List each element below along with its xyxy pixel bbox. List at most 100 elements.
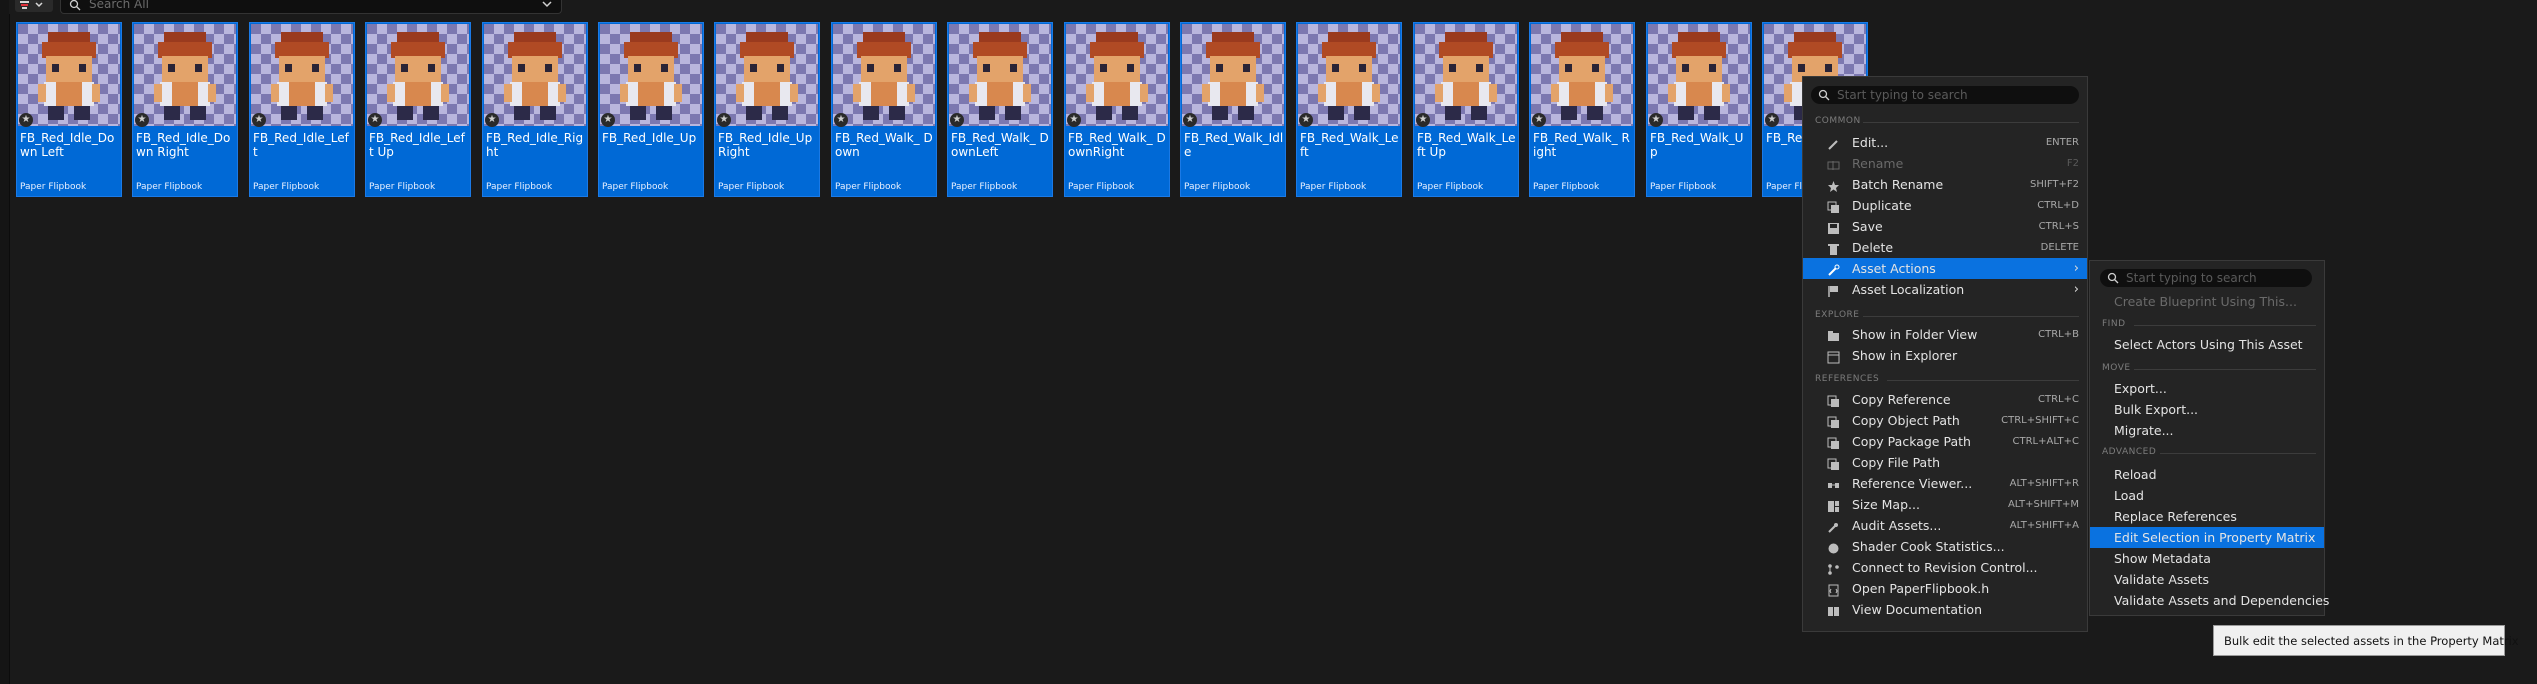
asset-thumbnail bbox=[1182, 24, 1284, 126]
favorite-star-icon[interactable]: ★ bbox=[1299, 113, 1313, 127]
favorite-star-icon[interactable]: ★ bbox=[950, 113, 964, 127]
search-placeholder: Search All bbox=[89, 0, 149, 11]
menu-item-asset-localization[interactable]: Asset Localization › bbox=[1803, 279, 2087, 300]
favorite-star-icon[interactable]: ★ bbox=[1067, 113, 1081, 127]
submenu-item-replace-references[interactable]: Replace References bbox=[2090, 506, 2324, 527]
menu-item-rename: Rename F2 bbox=[1803, 153, 2087, 174]
asset-name: FB_Red_Walk_ DownLeft bbox=[951, 131, 1049, 159]
asset-tile[interactable]: ★ FB_Red_Idle_Left Paper Flipbook bbox=[249, 22, 355, 197]
menu-item-audit-assets[interactable]: Audit Assets... ALT+SHIFT+A bbox=[1803, 515, 2087, 536]
menu-item-duplicate[interactable]: Duplicate CTRL+D bbox=[1803, 195, 2087, 216]
submenu-item-label: Bulk Export... bbox=[2114, 402, 2199, 417]
asset-tile[interactable]: ★ FB_Red_Walk_Up Paper Flipbook bbox=[1646, 22, 1752, 197]
favorite-star-icon[interactable]: ★ bbox=[1183, 113, 1197, 127]
asset-tile[interactable]: ★ FB_Red_Idle_Right Paper Flipbook bbox=[482, 22, 588, 197]
chevron-right-icon: › bbox=[2073, 282, 2079, 297]
menu-item-label: Save bbox=[1852, 219, 1883, 234]
menu-item-label: Show in Explorer bbox=[1852, 348, 1958, 363]
menu-item-edit[interactable]: Edit... ENTER bbox=[1803, 132, 2087, 153]
chevron-right-icon: › bbox=[2073, 261, 2079, 276]
menu-item-label: Reference Viewer... bbox=[1852, 476, 1973, 491]
asset-tile[interactable]: ★ FB_Red_Walk_ DownRight Paper Flipbook bbox=[1064, 22, 1170, 197]
submenu-search-input[interactable]: Start typing to search bbox=[2100, 269, 2312, 287]
menu-item-delete[interactable]: Delete DELETE bbox=[1803, 237, 2087, 258]
menu-item-shader-cook-statistics[interactable]: Shader Cook Statistics... bbox=[1803, 536, 2087, 557]
submenu-item-edit-selection-in-property-matrix[interactable]: Edit Selection in Property Matrix bbox=[2090, 527, 2324, 548]
sprite-image bbox=[853, 32, 915, 120]
menu-item-label: Show in Folder View bbox=[1852, 327, 1978, 342]
context-menu-search-input[interactable]: Start typing to search bbox=[1811, 86, 2079, 104]
asset-tile[interactable]: ★ FB_Red_Idle_Up Right Paper Flipbook bbox=[714, 22, 820, 197]
chevron-down-icon[interactable] bbox=[541, 0, 553, 10]
favorite-star-icon[interactable]: ★ bbox=[1649, 113, 1663, 127]
favorite-star-icon[interactable]: ★ bbox=[368, 113, 382, 127]
filter-button[interactable] bbox=[15, 0, 53, 12]
asset-tile[interactable]: ★ FB_Red_Walk_ Right Paper Flipbook bbox=[1529, 22, 1635, 197]
menu-item-save[interactable]: Save CTRL+S bbox=[1803, 216, 2087, 237]
submenu-item-migrate[interactable]: Migrate... bbox=[2090, 420, 2324, 441]
submenu-item-load[interactable]: Load bbox=[2090, 485, 2324, 506]
menu-item-view-documentation[interactable]: View Documentation bbox=[1803, 599, 2087, 620]
menu-item-batch-rename[interactable]: Batch Rename SHIFT+F2 bbox=[1803, 174, 2087, 195]
asset-type: Paper Flipbook bbox=[253, 182, 320, 192]
book-icon bbox=[1827, 603, 1840, 616]
asset-tile[interactable]: ★ FB_Red_Idle_Down Right Paper Flipbook bbox=[132, 22, 238, 197]
flag-icon bbox=[1827, 283, 1840, 297]
menu-item-show-in-folder-view[interactable]: Show in Folder View CTRL+B bbox=[1803, 324, 2087, 345]
menu-item-copy-package-path[interactable]: Copy Package Path CTRL+ALT+C bbox=[1803, 431, 2087, 452]
submenu-item-bulk-export[interactable]: Bulk Export... bbox=[2090, 399, 2324, 420]
submenu-item-show-metadata[interactable]: Show Metadata bbox=[2090, 548, 2324, 569]
asset-tile[interactable]: ★ FB_Red_Idle_Left Up Paper Flipbook bbox=[365, 22, 471, 197]
submenu-item-validate-assets-and-dependencies[interactable]: Validate Assets and Dependencies bbox=[2090, 590, 2329, 611]
favorite-star-icon[interactable]: ★ bbox=[717, 113, 731, 127]
filter-icon bbox=[20, 1, 43, 9]
submenu-item-reload[interactable]: Reload bbox=[2090, 464, 2324, 485]
favorite-star-icon[interactable]: ★ bbox=[485, 113, 499, 127]
asset-name: FB_Red_Walk_Up bbox=[1650, 131, 1744, 159]
menu-item-copy-file-path[interactable]: Copy File Path bbox=[1803, 452, 2087, 473]
menu-item-asset-actions[interactable]: Asset Actions › bbox=[1803, 258, 2087, 279]
favorite-star-icon[interactable]: ★ bbox=[1532, 113, 1546, 127]
favorite-star-icon[interactable]: ★ bbox=[135, 113, 149, 127]
favorite-star-icon[interactable]: ★ bbox=[601, 113, 615, 127]
asset-tile[interactable]: ★ FB_Red_Walk_ Down Paper Flipbook bbox=[831, 22, 937, 197]
asset-thumbnail bbox=[833, 24, 935, 126]
menu-item-label: Copy Reference bbox=[1852, 392, 1951, 407]
asset-tile[interactable]: ★ FB_Red_Idle_Up Paper Flipbook bbox=[598, 22, 704, 197]
menu-item-label: Shader Cook Statistics... bbox=[1852, 539, 2005, 554]
menu-item-shortcut: CTRL+C bbox=[2038, 394, 2079, 405]
asset-tile[interactable]: ★ FB_Red_Walk_Left Paper Flipbook bbox=[1296, 22, 1402, 197]
asset-tile[interactable]: ★ FB_Red_Idle_Down Left Paper Flipbook bbox=[16, 22, 122, 197]
menu-item-connect-to-revision-control[interactable]: Connect to Revision Control... bbox=[1803, 557, 2087, 578]
menu-item-show-in-explorer[interactable]: Show in Explorer bbox=[1803, 345, 2087, 366]
asset-tile[interactable]: ★ FB_Red_Walk_ DownLeft Paper Flipbook bbox=[947, 22, 1053, 197]
menu-item-size-map[interactable]: Size Map... ALT+SHIFT+M bbox=[1803, 494, 2087, 515]
submenu-item-label: Select Actors Using This Asset bbox=[2114, 337, 2303, 352]
reference-viewer-icon bbox=[1827, 477, 1840, 490]
menu-item-label: Copy File Path bbox=[1852, 455, 1941, 470]
copy-icon bbox=[1827, 435, 1840, 449]
asset-name: FB_Red_Idle_Left bbox=[253, 131, 349, 159]
sprite-image bbox=[736, 32, 798, 120]
sprite-image bbox=[1202, 32, 1264, 120]
favorite-star-icon[interactable]: ★ bbox=[252, 113, 266, 127]
menu-item-label: Connect to Revision Control... bbox=[1852, 560, 2038, 575]
asset-tile[interactable]: ★ FB_Red_Walk_Left Up Paper Flipbook bbox=[1413, 22, 1519, 197]
submenu-item-export[interactable]: Export... bbox=[2090, 378, 2324, 399]
favorite-star-icon[interactable]: ★ bbox=[1416, 113, 1430, 127]
favorite-star-icon[interactable]: ★ bbox=[19, 113, 33, 127]
submenu-item-validate-assets[interactable]: Validate Assets bbox=[2090, 569, 2324, 590]
asset-tile[interactable]: ★ FB_Red_Walk_Idle Paper Flipbook bbox=[1180, 22, 1286, 197]
search-input[interactable]: Search All bbox=[60, 0, 562, 14]
menu-item-copy-object-path[interactable]: Copy Object Path CTRL+SHIFT+C bbox=[1803, 410, 2087, 431]
menu-item-reference-viewer[interactable]: Reference Viewer... ALT+SHIFT+R bbox=[1803, 473, 2087, 494]
menu-item-label: Copy Object Path bbox=[1852, 413, 1960, 428]
sprite-image bbox=[504, 32, 566, 120]
section-common: COMMON bbox=[1815, 116, 1861, 126]
favorite-star-icon[interactable]: ★ bbox=[834, 113, 848, 127]
menu-item-copy-reference[interactable]: Copy Reference CTRL+C bbox=[1803, 389, 2087, 410]
menu-item-open-paperflipbook-h[interactable]: Open PaperFlipbook.h bbox=[1803, 578, 2087, 599]
favorite-star-icon[interactable]: ★ bbox=[1765, 113, 1779, 127]
menu-item-label: Delete bbox=[1852, 240, 1894, 255]
submenu-item-select-actors-using-this-asset[interactable]: Select Actors Using This Asset bbox=[2090, 334, 2324, 355]
